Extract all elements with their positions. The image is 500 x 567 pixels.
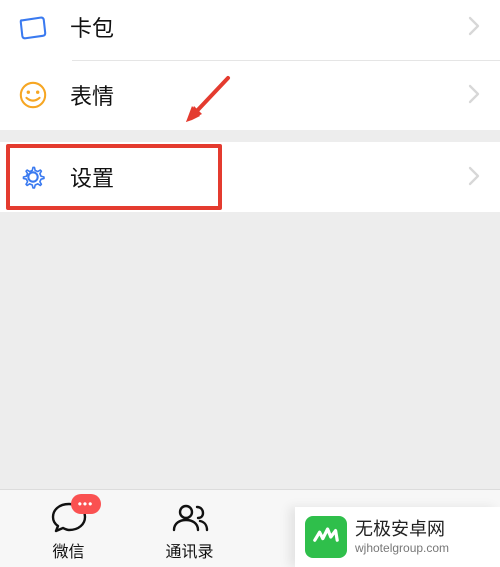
- menu-item-stickers[interactable]: 表情: [0, 60, 500, 130]
- card-pack-icon: [18, 12, 48, 42]
- chat-bubble-icon: •••: [47, 500, 91, 534]
- chevron-right-icon: [468, 84, 482, 106]
- section-divider: [0, 130, 500, 142]
- menu-item-label: 设置: [70, 161, 468, 193]
- menu-item-label: 卡包: [70, 11, 468, 43]
- watermark: 无极安卓网 wjhotelgroup.com: [295, 507, 500, 567]
- tab-label: 微信: [52, 538, 84, 562]
- chevron-right-icon: [468, 16, 482, 38]
- watermark-title: 无极安卓网: [355, 519, 449, 541]
- tab-label: 通讯录: [165, 538, 213, 562]
- tab-chats[interactable]: ••• 微信: [8, 500, 129, 562]
- unread-badge: •••: [71, 494, 101, 514]
- contacts-icon: [168, 500, 212, 534]
- menu-item-label: 表情: [70, 79, 468, 111]
- watermark-logo-icon: [305, 516, 347, 558]
- chevron-right-icon: [468, 166, 482, 188]
- menu-item-settings[interactable]: 设置: [0, 142, 500, 212]
- watermark-subtitle: wjhotelgroup.com: [355, 541, 449, 555]
- menu-item-cards[interactable]: 卡包: [0, 0, 500, 60]
- tab-contacts[interactable]: 通讯录: [129, 500, 250, 562]
- smiley-icon: [18, 80, 48, 110]
- gear-icon: [18, 162, 48, 192]
